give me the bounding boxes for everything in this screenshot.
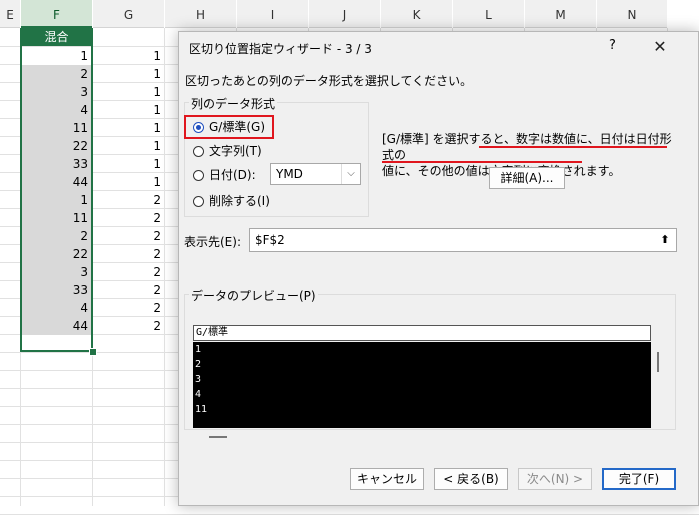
dialog-title: 区切り位置指定ウィザード - 3 / 3 (189, 42, 372, 56)
radio-icon[interactable] (193, 145, 204, 157)
cell-g5[interactable]: 1 (93, 101, 164, 119)
radio-date[interactable]: 日付(D): (193, 166, 256, 184)
close-icon[interactable]: ✕ (647, 36, 673, 58)
fill-handle[interactable] (89, 348, 97, 356)
preview-row: 2 (195, 359, 202, 370)
data-preview-label: データのプレビュー(P) (189, 287, 318, 304)
cell-f11[interactable]: 11 (21, 209, 92, 227)
column-format-group-label: 列のデータ形式 (189, 95, 278, 112)
date-format-select[interactable]: YMD ⌵ (270, 163, 361, 185)
date-format-value: YMD (276, 167, 303, 181)
cell-g11[interactable]: 2 (93, 209, 164, 227)
red-underline (382, 161, 582, 163)
preview-column-header[interactable]: G/標準 (193, 325, 651, 341)
column-header-l[interactable]: L (453, 0, 524, 28)
radio-general[interactable]: G/標準(G) (193, 118, 265, 136)
cell-f7[interactable]: 22 (21, 137, 92, 155)
cell-g2[interactable]: 1 (93, 47, 164, 65)
destination-value: $F$2 (255, 233, 285, 247)
chevron-down-icon[interactable]: ⌵ (341, 164, 360, 184)
destination-label: 表示先(E): (184, 235, 241, 249)
radio-general-label: G/標準(G) (209, 120, 266, 134)
next-button[interactable]: 次へ(N) > (518, 468, 592, 490)
cell-f10[interactable]: 1 (21, 191, 92, 209)
preview-row: 4 (195, 389, 202, 400)
cell-f8[interactable]: 33 (21, 155, 92, 173)
radio-icon[interactable] (193, 169, 204, 181)
cell-f15[interactable]: 33 (21, 281, 92, 299)
radio-date-label: 日付(D): (209, 168, 256, 182)
cell-f14[interactable]: 3 (21, 263, 92, 281)
radio-icon[interactable] (193, 195, 204, 207)
dialog-titlebar[interactable]: 区切り位置指定ウィザード - 3 / 3 ? ✕ (179, 32, 698, 64)
cell-f9[interactable]: 44 (21, 173, 92, 191)
column-header-i[interactable]: I (237, 0, 308, 28)
cell-f17[interactable]: 44 (21, 317, 92, 335)
cell-f13[interactable]: 22 (21, 245, 92, 263)
cell-g16[interactable]: 2 (93, 299, 164, 317)
radio-skip-label: 削除する(I) (209, 194, 270, 208)
collapse-dialog-icon[interactable]: ⬆ (656, 231, 674, 249)
radio-text-label: 文字列(T) (209, 144, 262, 158)
cell-f6[interactable]: 11 (21, 119, 92, 137)
preview-data-area[interactable]: 1 2 3 4 11 (193, 342, 651, 428)
cell-g10[interactable]: 2 (93, 191, 164, 209)
advanced-button[interactable]: 詳細(A)... (489, 167, 565, 189)
cell-g9[interactable]: 1 (93, 173, 164, 191)
red-underline (479, 146, 667, 148)
column-header-h[interactable]: H (165, 0, 236, 28)
cell-g17[interactable]: 2 (93, 317, 164, 335)
cell-g3[interactable]: 1 (93, 65, 164, 83)
column-header-f[interactable]: F (21, 0, 92, 28)
cell-g15[interactable]: 2 (93, 281, 164, 299)
column-header-e[interactable]: E (0, 0, 20, 28)
cell-f2[interactable]: 1 (21, 47, 92, 65)
help-icon[interactable]: ? (609, 38, 616, 53)
cell-f1-header[interactable]: 混合 (21, 28, 92, 46)
instruction-text: 区切ったあとの列のデータ形式を選択してください。 (185, 74, 473, 88)
column-header-j[interactable]: J (309, 0, 380, 28)
preview-row: 3 (195, 374, 202, 385)
preview-horizontal-scrollbar[interactable] (209, 436, 227, 438)
radio-skip[interactable]: 削除する(I) (193, 192, 270, 210)
cell-g12[interactable]: 2 (93, 227, 164, 245)
cell-g4[interactable]: 1 (93, 83, 164, 101)
cell-g7[interactable]: 1 (93, 137, 164, 155)
cell-f4[interactable]: 3 (21, 83, 92, 101)
cell-f16[interactable]: 4 (21, 299, 92, 317)
text-to-columns-wizard-dialog: 区切り位置指定ウィザード - 3 / 3 ? ✕ 区切ったあとの列のデータ形式を… (178, 31, 699, 506)
cell-g13[interactable]: 2 (93, 245, 164, 263)
cell-g14[interactable]: 2 (93, 263, 164, 281)
cell-f3[interactable]: 2 (21, 65, 92, 83)
preview-vertical-scrollbar[interactable] (657, 352, 659, 372)
column-header-k[interactable]: K (381, 0, 452, 28)
cell-f5[interactable]: 4 (21, 101, 92, 119)
finish-button[interactable]: 完了(F) (602, 468, 676, 490)
column-header-g[interactable]: G (93, 0, 164, 28)
radio-selected-icon[interactable] (193, 121, 204, 133)
preview-row: 1 (195, 344, 202, 355)
preview-row: 11 (195, 404, 208, 415)
cancel-button[interactable]: キャンセル (350, 468, 424, 490)
back-button[interactable]: < 戻る(B) (434, 468, 508, 490)
column-header-n[interactable]: N (597, 0, 667, 28)
column-header-m[interactable]: M (525, 0, 596, 28)
cell-g8[interactable]: 1 (93, 155, 164, 173)
cell-f12[interactable]: 2 (21, 227, 92, 245)
radio-text[interactable]: 文字列(T) (193, 142, 262, 160)
destination-input[interactable]: $F$2 ⬆ (249, 228, 677, 252)
cell-g6[interactable]: 1 (93, 119, 164, 137)
